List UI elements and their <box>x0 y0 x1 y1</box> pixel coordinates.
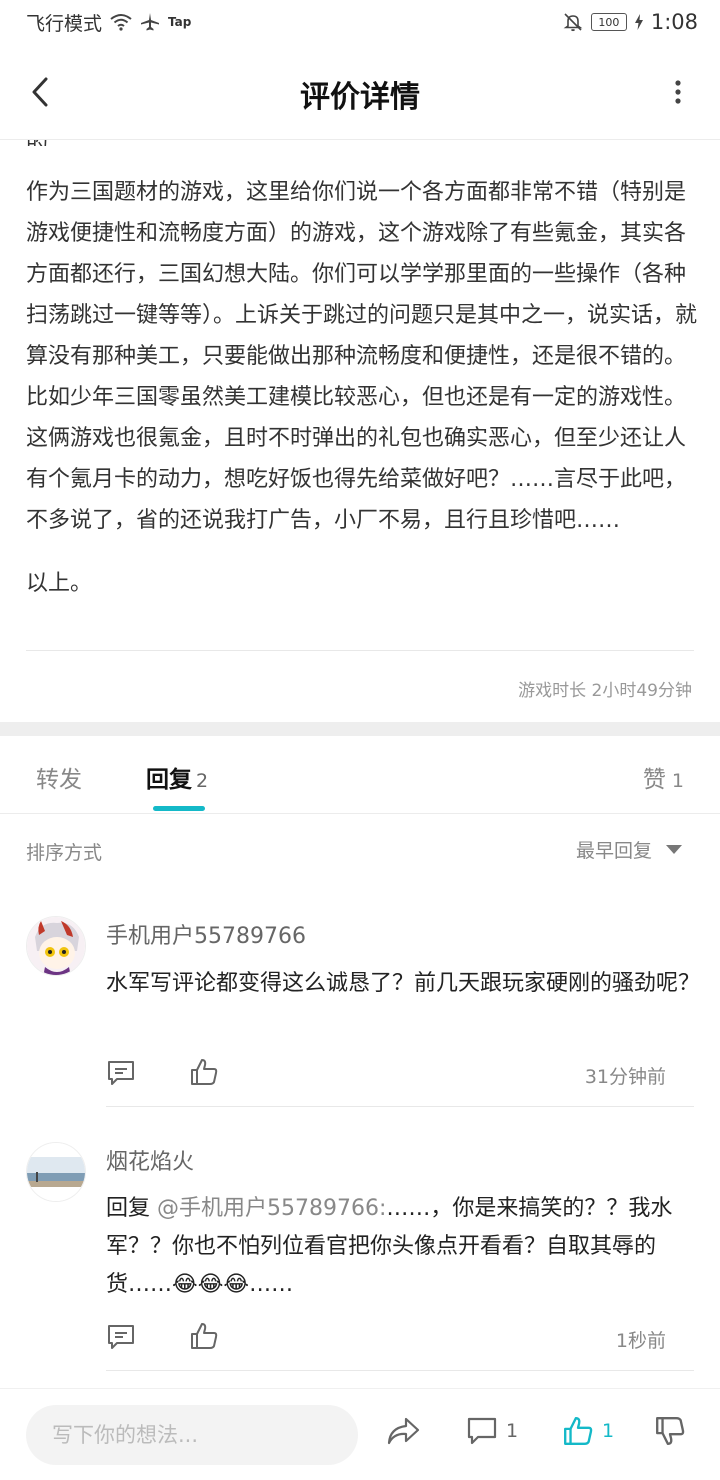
status-bar: 飞行模式 Tap 100 1:08 <box>0 0 720 44</box>
play-time: 游戏时长 2小时49分钟 <box>518 681 692 701</box>
charging-icon <box>634 14 643 30</box>
page-title: 评价详情 <box>300 80 420 115</box>
comment-input[interactable] <box>26 1405 358 1465</box>
airplane-icon <box>141 13 160 31</box>
clock: 1:08 <box>650 10 698 34</box>
sort-dropdown[interactable]: 最早回复 <box>576 836 682 863</box>
tab-forward[interactable]: 转发 <box>36 760 82 794</box>
review-closing: 以上。 <box>26 571 93 596</box>
caret-down-icon <box>666 844 682 854</box>
comment-count-button[interactable]: 1 <box>466 1415 518 1447</box>
share-button[interactable] <box>386 1415 420 1447</box>
share-icon <box>387 1417 420 1445</box>
dislike-button[interactable] <box>654 1415 686 1447</box>
status-right: 100 1:08 <box>563 10 698 34</box>
battery-icon: 100 <box>590 13 627 31</box>
comment-time: 1秒前 <box>615 1330 666 1352</box>
reply-prefix: 回复 <box>106 1196 157 1221</box>
review-paragraph: 作为三国题材的游戏，这里给你们说一个各方面都非常不错（特别是游戏便捷性和流畅度方… <box>26 180 698 533</box>
tap-indicator: Tap <box>168 15 192 29</box>
thumbs-up-icon[interactable] <box>189 1321 219 1351</box>
tab-reply-count: 2 <box>196 770 209 792</box>
tab-like-count: 1 <box>671 770 684 792</box>
more-options-button[interactable] <box>666 70 690 114</box>
reply-comment-icon[interactable] <box>106 1058 136 1088</box>
airplane-mode-label: 飞行模式 <box>26 12 103 35</box>
tab-like-label: 赞 <box>642 767 666 793</box>
avatar[interactable] <box>26 916 86 976</box>
sort-label: 排序方式 <box>26 842 103 864</box>
active-tab-indicator <box>153 806 205 811</box>
comment-text: 水军写评论都变得这么诚恳了？前几天跟玩家硬刚的骚劲呢？ <box>106 971 701 996</box>
section-separator <box>0 722 720 736</box>
comment-time: 31分钟前 <box>584 1066 666 1088</box>
comment-divider <box>106 1106 694 1107</box>
avatar-image <box>27 1143 85 1201</box>
bottom-action-bar: 1 1 <box>0 1388 720 1480</box>
thumbs-down-icon <box>656 1417 685 1445</box>
tab-like[interactable]: 赞1 <box>643 760 684 794</box>
thumbs-up-icon[interactable] <box>189 1057 219 1087</box>
comment-icon <box>467 1417 497 1445</box>
thumbs-up-active-icon <box>564 1417 593 1445</box>
tab-forward-label: 转发 <box>36 767 82 793</box>
sort-value: 最早回复 <box>575 840 652 862</box>
comment-author[interactable]: 烟花焰火 <box>106 1144 194 1176</box>
bell-muted-icon <box>563 13 583 32</box>
avatar-image <box>27 917 85 975</box>
status-left: 飞行模式 Tap <box>26 9 191 36</box>
comment-divider <box>106 1370 694 1371</box>
more-vertical-icon <box>675 80 681 104</box>
app-bar: 评价详情 <box>0 44 720 140</box>
comment-author[interactable]: 手机用户55789766 <box>106 918 306 950</box>
like-button[interactable]: 1 <box>562 1415 614 1447</box>
tab-reply-label: 回复 <box>146 767 192 793</box>
mention-link[interactable]: @手机用户55789766: <box>157 1196 386 1221</box>
reply-comment-icon[interactable] <box>106 1322 136 1352</box>
like-count: 1 <box>602 1420 615 1442</box>
reply-tabs: 转发 回复 2 赞1 <box>0 736 720 814</box>
tab-reply[interactable]: 回复 2 <box>146 760 208 794</box>
divider <box>26 650 694 651</box>
avatar[interactable] <box>26 1142 86 1202</box>
comment-text: 回复 @手机用户55789766:……，你是来搞笑的？？我水军？？你也不怕列位看… <box>106 1190 700 1304</box>
comment-count: 1 <box>506 1420 519 1442</box>
review-body: 作为三国题材的游戏，这里给你们说一个各方面都非常不错（特别是游戏便捷性和流畅度方… <box>26 172 700 626</box>
wifi-icon <box>110 14 132 31</box>
